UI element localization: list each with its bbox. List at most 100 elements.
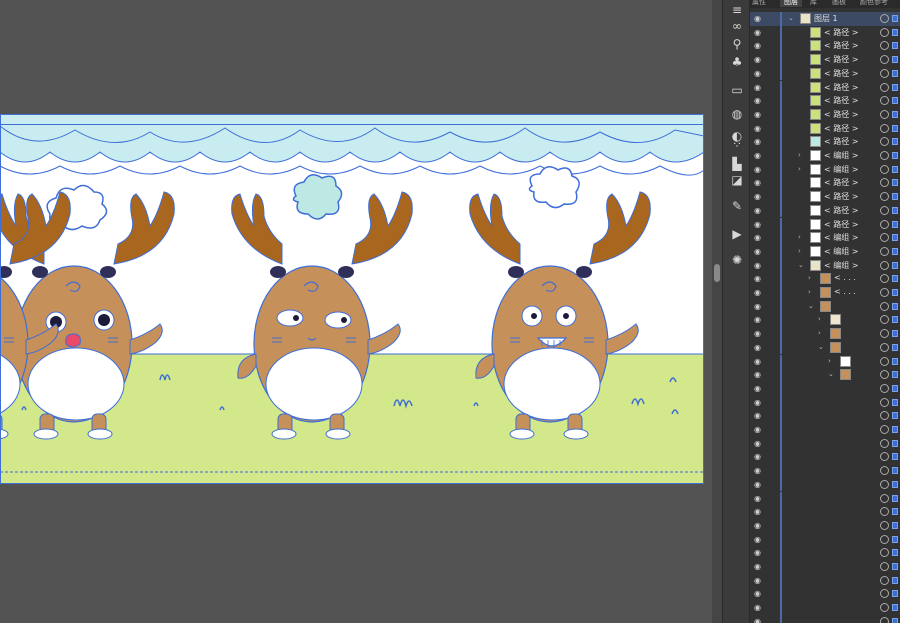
selection-indicator[interactable] bbox=[892, 384, 898, 392]
target-icon[interactable] bbox=[880, 438, 889, 448]
layer-row[interactable]: ◉ bbox=[750, 546, 900, 560]
layer-row[interactable]: ◉ bbox=[750, 560, 900, 574]
layer-row[interactable]: ◉ › bbox=[750, 327, 900, 341]
eye-icon[interactable]: ◉ bbox=[754, 178, 764, 187]
eye-icon[interactable]: ◉ bbox=[754, 370, 764, 379]
chevron-down-icon[interactable]: ⌄ bbox=[828, 370, 836, 379]
selection-indicator[interactable] bbox=[892, 234, 898, 242]
target-icon[interactable] bbox=[880, 288, 889, 297]
selection-indicator[interactable] bbox=[892, 521, 898, 529]
layer-row[interactable]: ◉ bbox=[750, 518, 900, 533]
selection-indicator[interactable] bbox=[892, 124, 898, 132]
layer-row[interactable]: ◉ bbox=[750, 587, 900, 602]
eye-icon[interactable]: ◉ bbox=[754, 288, 764, 297]
layer-row[interactable]: ◉ bbox=[750, 491, 900, 506]
target-icon[interactable] bbox=[880, 260, 889, 270]
target-icon[interactable] bbox=[880, 205, 889, 215]
target-icon[interactable] bbox=[880, 315, 889, 325]
target-icon[interactable] bbox=[880, 589, 889, 599]
selection-indicator[interactable] bbox=[892, 316, 898, 324]
eye-icon[interactable]: ◉ bbox=[754, 411, 764, 420]
eye-icon[interactable]: ◉ bbox=[754, 589, 764, 598]
tab-1[interactable]: 图层 bbox=[780, 0, 802, 7]
align-icon[interactable]: ▙ bbox=[728, 156, 746, 172]
layer-row[interactable]: ◉ › < 编组 > bbox=[750, 231, 900, 245]
selection-indicator[interactable] bbox=[892, 193, 898, 201]
selection-indicator[interactable] bbox=[892, 357, 898, 365]
eye-icon[interactable]: ◉ bbox=[754, 165, 764, 174]
scrollbar-thumb[interactable] bbox=[714, 264, 720, 282]
target-icon[interactable] bbox=[880, 356, 889, 366]
target-icon[interactable] bbox=[880, 548, 889, 558]
chevron-down-icon[interactable]: ⌄ bbox=[808, 302, 816, 311]
target-icon[interactable] bbox=[880, 329, 889, 339]
target-icon[interactable] bbox=[880, 233, 889, 243]
layer-row[interactable]: ◉ bbox=[750, 381, 900, 396]
eye-icon[interactable]: ◉ bbox=[754, 83, 764, 92]
target-icon[interactable] bbox=[880, 520, 889, 530]
eye-icon[interactable]: ◉ bbox=[754, 603, 764, 612]
eye-icon[interactable]: ◉ bbox=[754, 425, 764, 434]
selection-indicator[interactable] bbox=[892, 83, 898, 91]
eye-icon[interactable]: ◉ bbox=[754, 96, 764, 105]
eye-icon[interactable]: ◉ bbox=[754, 14, 764, 23]
target-icon[interactable] bbox=[880, 383, 889, 393]
chevron-right-icon[interactable]: › bbox=[828, 357, 836, 366]
target-icon[interactable] bbox=[880, 14, 889, 23]
target-icon[interactable] bbox=[880, 96, 889, 106]
target-icon[interactable] bbox=[880, 452, 889, 462]
chevron-right-icon[interactable]: › bbox=[818, 315, 826, 324]
eye-icon[interactable]: ◉ bbox=[754, 302, 764, 311]
target-icon[interactable] bbox=[880, 562, 889, 571]
layer-row[interactable]: ◉ bbox=[750, 477, 900, 492]
selection-indicator[interactable] bbox=[892, 289, 898, 296]
layer-row[interactable]: ◉ < 路径 > bbox=[750, 94, 900, 108]
eye-icon[interactable]: ◉ bbox=[754, 521, 764, 530]
selection-indicator[interactable] bbox=[892, 247, 898, 255]
eye-icon[interactable]: ◉ bbox=[754, 452, 764, 461]
target-icon[interactable] bbox=[880, 507, 889, 517]
chevron-down-icon[interactable]: ⌄ bbox=[798, 261, 806, 270]
target-icon[interactable] bbox=[880, 425, 889, 434]
layer-row[interactable]: ◉ < 路径 > bbox=[750, 66, 900, 81]
layer-row[interactable]: ◉ bbox=[750, 395, 900, 410]
layer-row[interactable]: ◉ < 路径 > bbox=[750, 39, 900, 54]
layer-row[interactable]: ◉ › bbox=[750, 354, 900, 369]
eye-icon[interactable]: ◉ bbox=[754, 247, 764, 256]
target-icon[interactable] bbox=[880, 534, 889, 544]
selection-indicator[interactable] bbox=[892, 110, 898, 118]
club-icon[interactable]: ♣ bbox=[728, 54, 746, 70]
target-icon[interactable] bbox=[880, 342, 889, 352]
puppet-icon[interactable]: ⚲ bbox=[728, 36, 746, 52]
selection-indicator[interactable] bbox=[892, 426, 898, 433]
layer-row[interactable]: ◉ < 路径 > bbox=[750, 217, 900, 232]
eye-icon[interactable]: ◉ bbox=[754, 206, 764, 215]
eye-icon[interactable]: ◉ bbox=[754, 329, 764, 338]
vertical-scrollbar[interactable] bbox=[712, 0, 722, 623]
selection-indicator[interactable] bbox=[892, 56, 898, 64]
layer-row[interactable]: ◉ bbox=[750, 601, 900, 615]
eye-icon[interactable]: ◉ bbox=[754, 548, 764, 557]
sun-icon[interactable]: ✺ bbox=[728, 252, 746, 268]
layer-row[interactable]: ◉ < 路径 > bbox=[750, 135, 900, 149]
chevron-right-icon[interactable]: › bbox=[798, 165, 806, 174]
eye-icon[interactable]: ◉ bbox=[754, 480, 764, 489]
eye-icon[interactable]: ◉ bbox=[754, 233, 764, 242]
eye-icon[interactable]: ◉ bbox=[754, 220, 764, 229]
selection-indicator[interactable] bbox=[892, 576, 898, 584]
target-icon[interactable] bbox=[880, 603, 889, 613]
chevron-down-icon[interactable]: ⌄ bbox=[788, 14, 796, 23]
selection-indicator[interactable] bbox=[892, 220, 898, 228]
target-icon[interactable] bbox=[880, 411, 889, 421]
chevron-right-icon[interactable]: › bbox=[798, 151, 806, 160]
layer-row[interactable]: ◉ bbox=[750, 464, 900, 478]
selection-indicator[interactable] bbox=[892, 439, 898, 447]
selection-indicator[interactable] bbox=[892, 42, 898, 50]
selection-indicator[interactable] bbox=[892, 152, 898, 159]
selection-indicator[interactable] bbox=[892, 604, 898, 612]
layer-row[interactable]: ◉ < 路径 > bbox=[750, 203, 900, 218]
eye-icon[interactable]: ◉ bbox=[754, 384, 764, 393]
eye-icon[interactable]: ◉ bbox=[754, 576, 764, 585]
chevron-right-icon[interactable]: › bbox=[808, 274, 816, 283]
eye-icon[interactable]: ◉ bbox=[754, 69, 764, 78]
